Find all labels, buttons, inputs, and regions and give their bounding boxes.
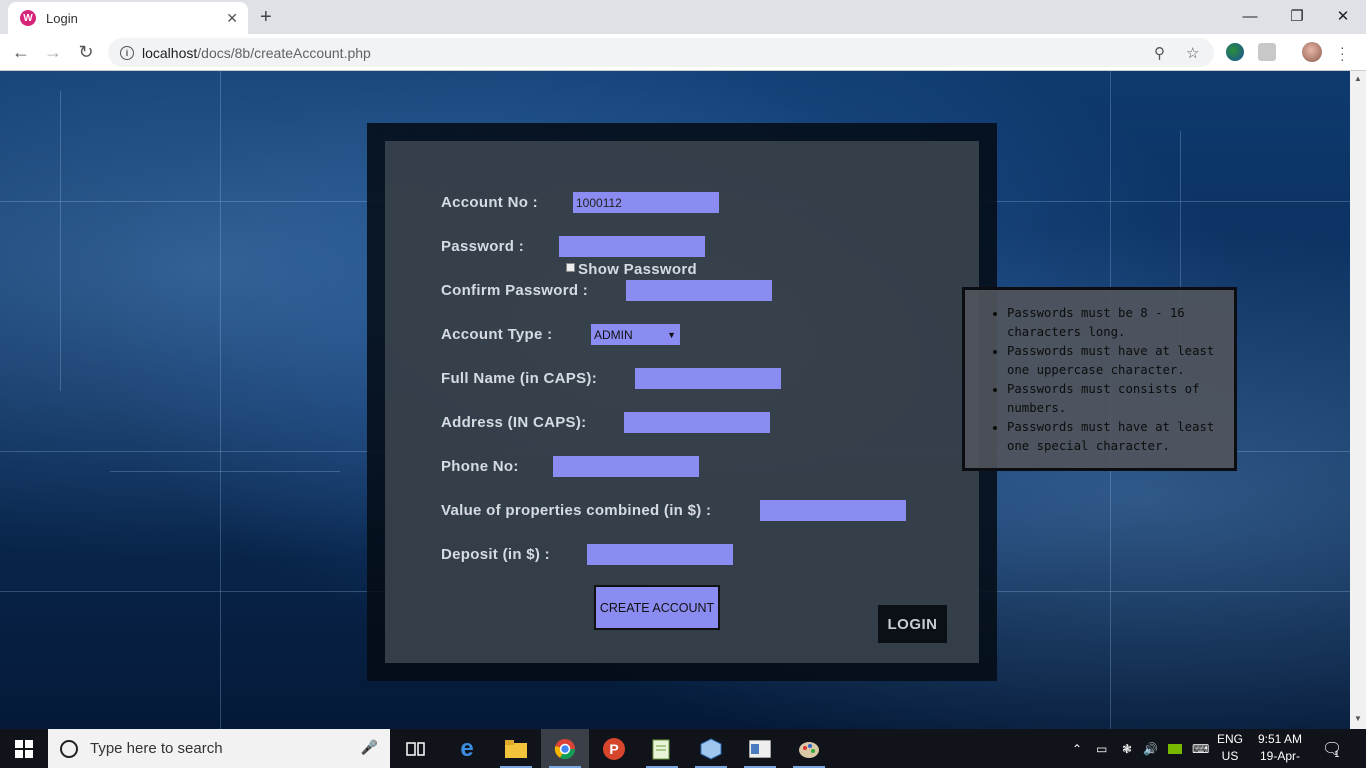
url-path: /docs/8b/createAccount.php	[197, 44, 371, 61]
show-hidden-icons[interactable]: ⌃	[1072, 729, 1082, 768]
task-view-icon[interactable]	[392, 729, 440, 768]
input-language[interactable]: ENG US	[1214, 731, 1246, 765]
address-field[interactable]	[624, 412, 770, 433]
address-label: Address (IN CAPS):	[441, 414, 587, 431]
virtualbox-icon[interactable]	[687, 729, 735, 768]
lang-code: ENG	[1216, 732, 1243, 746]
chrome-icon[interactable]	[541, 729, 589, 768]
rule-item: Passwords must consists of numbers.	[1007, 380, 1226, 418]
microphone-icon[interactable]: 🎤	[361, 739, 378, 756]
menu-kebab-icon[interactable]: · · ·	[1340, 40, 1345, 66]
extension-globe-icon[interactable]	[1226, 43, 1244, 61]
address-bar[interactable]: i localhost/docs/8b/createAccount.php ⚲ …	[108, 38, 1214, 67]
phone-label: Phone No:	[441, 458, 519, 475]
chevron-down-icon: ▼	[667, 329, 676, 340]
clock-date: 19-Apr-19	[1259, 749, 1300, 768]
account-type-label: Account Type :	[441, 326, 553, 343]
windows-taskbar: Type here to search 🎤 e P ⌃ ▭ ❃ 🔊 ⌨ ENG	[0, 729, 1366, 768]
confirm-password-field[interactable]	[626, 280, 772, 301]
wifi-icon[interactable]: ❃	[1122, 729, 1132, 768]
volume-icon[interactable]: 🔊	[1143, 729, 1158, 768]
taskbar-search-box[interactable]: Type here to search 🎤	[48, 729, 390, 768]
create-account-button[interactable]: CREATE ACCOUNT	[594, 585, 720, 630]
start-button[interactable]	[0, 729, 48, 768]
tab-close-icon[interactable]: ✕	[226, 10, 238, 27]
clock-time: 9:51 AM	[1257, 732, 1303, 746]
phone-field[interactable]	[553, 456, 699, 477]
confirm-password-label: Confirm Password :	[441, 282, 589, 299]
full-name-label: Full Name (in CAPS):	[441, 370, 598, 387]
back-button[interactable]: ←	[10, 41, 32, 63]
password-rules-box: Passwords must be 8 - 16 characters long…	[962, 287, 1237, 471]
paint-icon[interactable]	[785, 729, 833, 768]
profile-avatar[interactable]	[1302, 42, 1322, 62]
extension-cube-icon[interactable]	[1258, 43, 1276, 61]
forward-button[interactable]: →	[42, 41, 64, 63]
edge-browser-icon[interactable]: e	[443, 729, 491, 768]
rule-item: Passwords must have at least one special…	[1007, 418, 1226, 456]
new-tab-button[interactable]: +	[260, 6, 272, 29]
full-name-field[interactable]	[635, 368, 781, 389]
notification-center-icon[interactable]: 🗨 1	[1322, 729, 1347, 768]
properties-value-field[interactable]	[760, 500, 906, 521]
account-no-field[interactable]	[573, 192, 719, 213]
reload-button[interactable]: ↻	[75, 41, 97, 63]
bookmark-star-icon[interactable]: ☆	[1186, 44, 1199, 62]
battery-icon[interactable]: ▭	[1096, 729, 1107, 768]
cortana-icon	[60, 739, 78, 758]
deposit-field[interactable]	[587, 544, 733, 565]
password-field[interactable]	[559, 236, 705, 257]
account-type-value: ADMIN	[594, 327, 633, 342]
windows-logo-icon	[15, 739, 33, 758]
rule-item: Passwords must be 8 - 16 characters long…	[1007, 304, 1226, 342]
tab-login[interactable]: W Login ✕	[8, 2, 248, 34]
page-scrollbar[interactable]	[1350, 71, 1366, 729]
rule-item: Passwords must have at least one upperca…	[1007, 342, 1226, 380]
restore-button[interactable]: ❐	[1277, 4, 1317, 28]
url-host: localhost	[142, 44, 198, 61]
browser-toolbar: ← → ↻ i localhost/docs/8b/createAccount.…	[0, 34, 1366, 71]
close-window-button[interactable]: ✕	[1323, 4, 1363, 28]
app-window-icon[interactable]	[736, 729, 784, 768]
site-info-icon[interactable]: i	[120, 45, 134, 60]
account-no-label: Account No :	[441, 194, 538, 211]
lang-region: US	[1221, 749, 1239, 763]
account-type-select[interactable]: ADMIN ▼	[591, 324, 680, 345]
site-favicon-icon: W	[20, 10, 36, 26]
deposit-label: Deposit (in $) :	[441, 546, 550, 563]
minimize-button[interactable]: —	[1230, 4, 1270, 28]
nvidia-icon[interactable]	[1168, 729, 1182, 768]
keyboard-icon[interactable]: ⌨	[1192, 729, 1209, 768]
login-button[interactable]: LOGIN	[878, 605, 947, 643]
tab-title: Login	[46, 10, 78, 26]
show-password-checkbox[interactable]	[566, 263, 575, 272]
show-password-label: Show Password	[578, 261, 697, 278]
browser-tabbar: W Login ✕ + — ❐ ✕	[0, 0, 1366, 34]
password-label: Password :	[441, 238, 525, 255]
search-placeholder: Type here to search	[90, 740, 223, 757]
scroll-down-icon[interactable]: ▼	[1354, 714, 1362, 723]
system-clock[interactable]: 9:51 AM 19-Apr-19	[1255, 731, 1305, 768]
properties-value-label: Value of properties combined (in $) :	[441, 502, 712, 519]
app-p-icon[interactable]: P	[590, 729, 638, 768]
notification-count: 1	[1334, 748, 1340, 759]
scroll-up-icon[interactable]: ▲	[1354, 74, 1362, 83]
notepad-plus-icon[interactable]	[638, 729, 686, 768]
file-explorer-icon[interactable]	[492, 729, 540, 768]
zoom-icon[interactable]: ⚲	[1154, 44, 1165, 62]
